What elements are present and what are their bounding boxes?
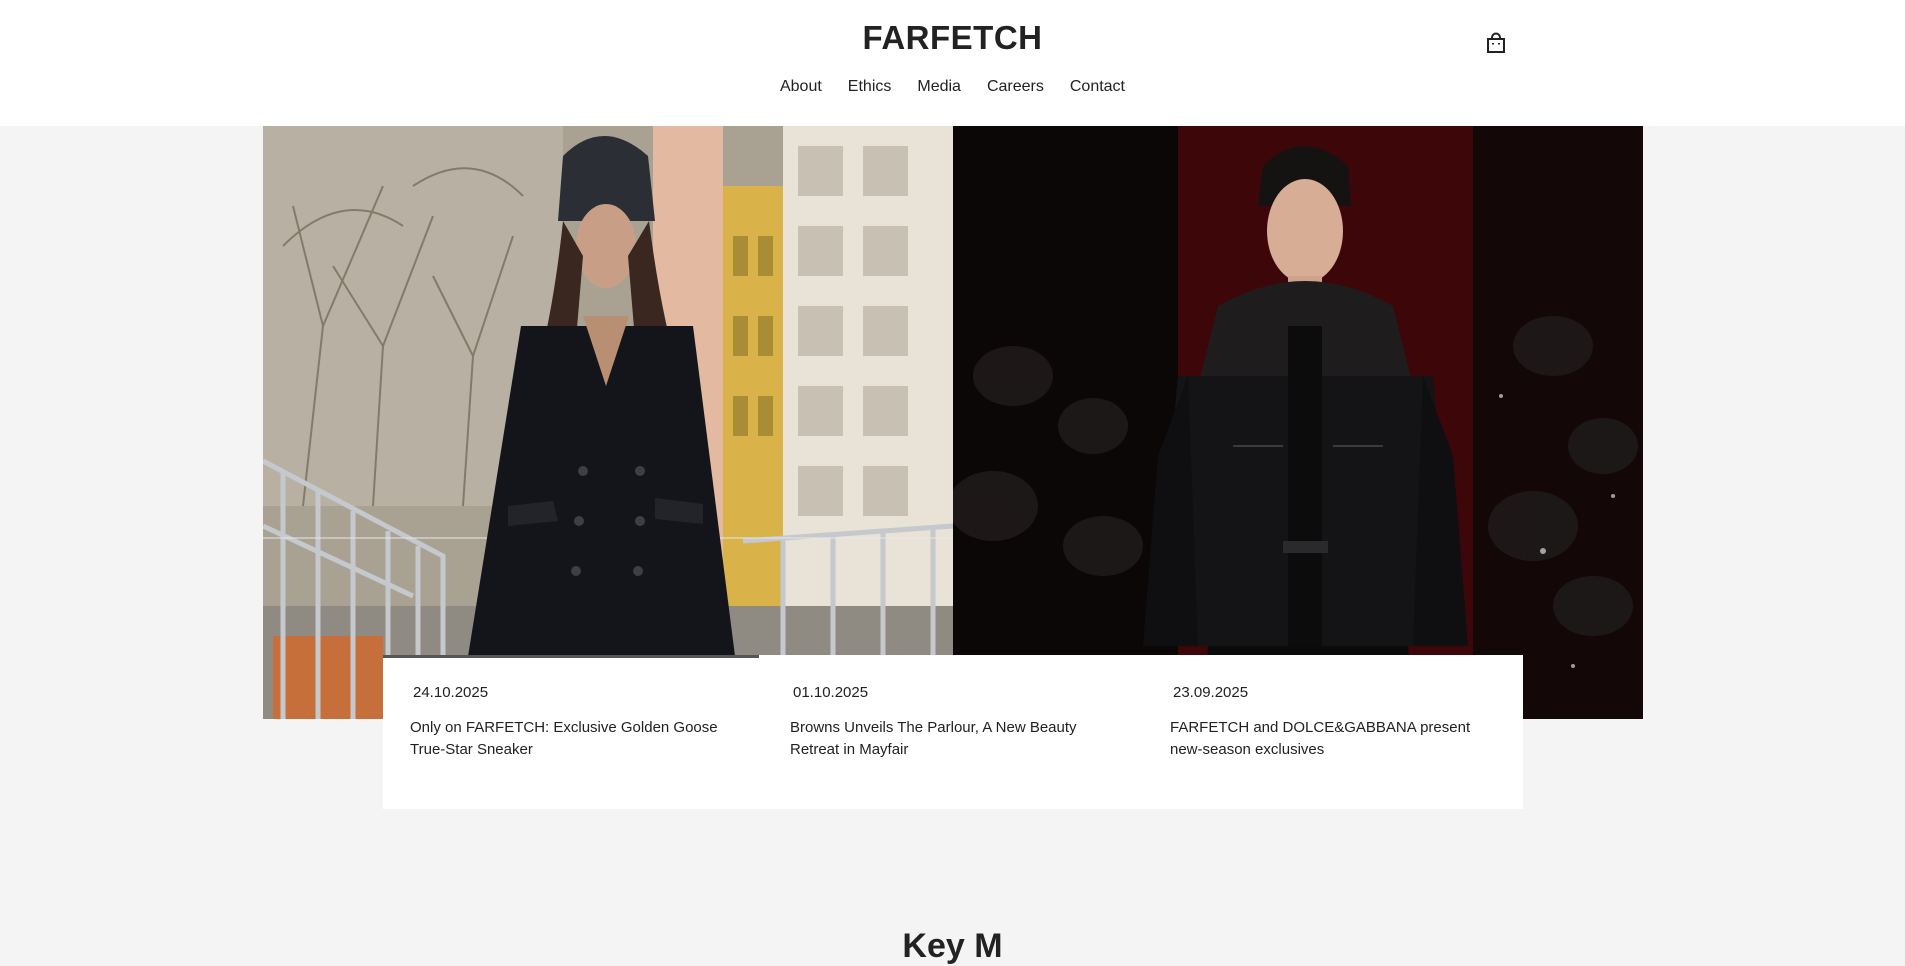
- news-title[interactable]: Only on FARFETCH: Exclusive Golden Goose…: [410, 717, 736, 761]
- hero-image-man-leather-jacket[interactable]: [953, 126, 1643, 719]
- main-nav: About Ethics Media Careers Contact: [0, 75, 1905, 99]
- nav-careers[interactable]: Careers: [974, 75, 1057, 99]
- news-card[interactable]: 01.10.2025 Browns Unveils The Parlour, A…: [763, 655, 1143, 809]
- news-date: 24.10.2025: [413, 684, 489, 701]
- site-header: FARFETCH About Ethics Media Careers Cont…: [0, 0, 1905, 126]
- nav-media[interactable]: Media: [904, 75, 974, 99]
- nav-contact[interactable]: Contact: [1057, 75, 1138, 99]
- news-date: 23.09.2025: [1173, 684, 1249, 701]
- news-title[interactable]: FARFETCH and DOLCE&GABBANA present new-s…: [1170, 717, 1496, 761]
- news-cards: 24.10.2025 Only on FARFETCH: Exclusive G…: [383, 655, 1523, 809]
- farfetch-logo[interactable]: FARFETCH: [0, 18, 1905, 58]
- hero-carousel[interactable]: [263, 126, 1643, 719]
- hero-image-woman-coat[interactable]: [263, 126, 953, 719]
- nav-about[interactable]: About: [767, 75, 835, 99]
- nav-ethics[interactable]: Ethics: [835, 75, 905, 99]
- news-date: 01.10.2025: [793, 684, 869, 701]
- news-card[interactable]: 24.10.2025 Only on FARFETCH: Exclusive G…: [383, 655, 763, 809]
- news-title[interactable]: Browns Unveils The Parlour, A New Beauty…: [790, 717, 1116, 761]
- section-heading: Key M: [902, 927, 1003, 966]
- shopping-bag-icon[interactable]: [1485, 32, 1507, 54]
- carousel-progress-bar: [383, 655, 759, 658]
- news-card[interactable]: 23.09.2025 FARFETCH and DOLCE&GABBANA pr…: [1143, 655, 1523, 809]
